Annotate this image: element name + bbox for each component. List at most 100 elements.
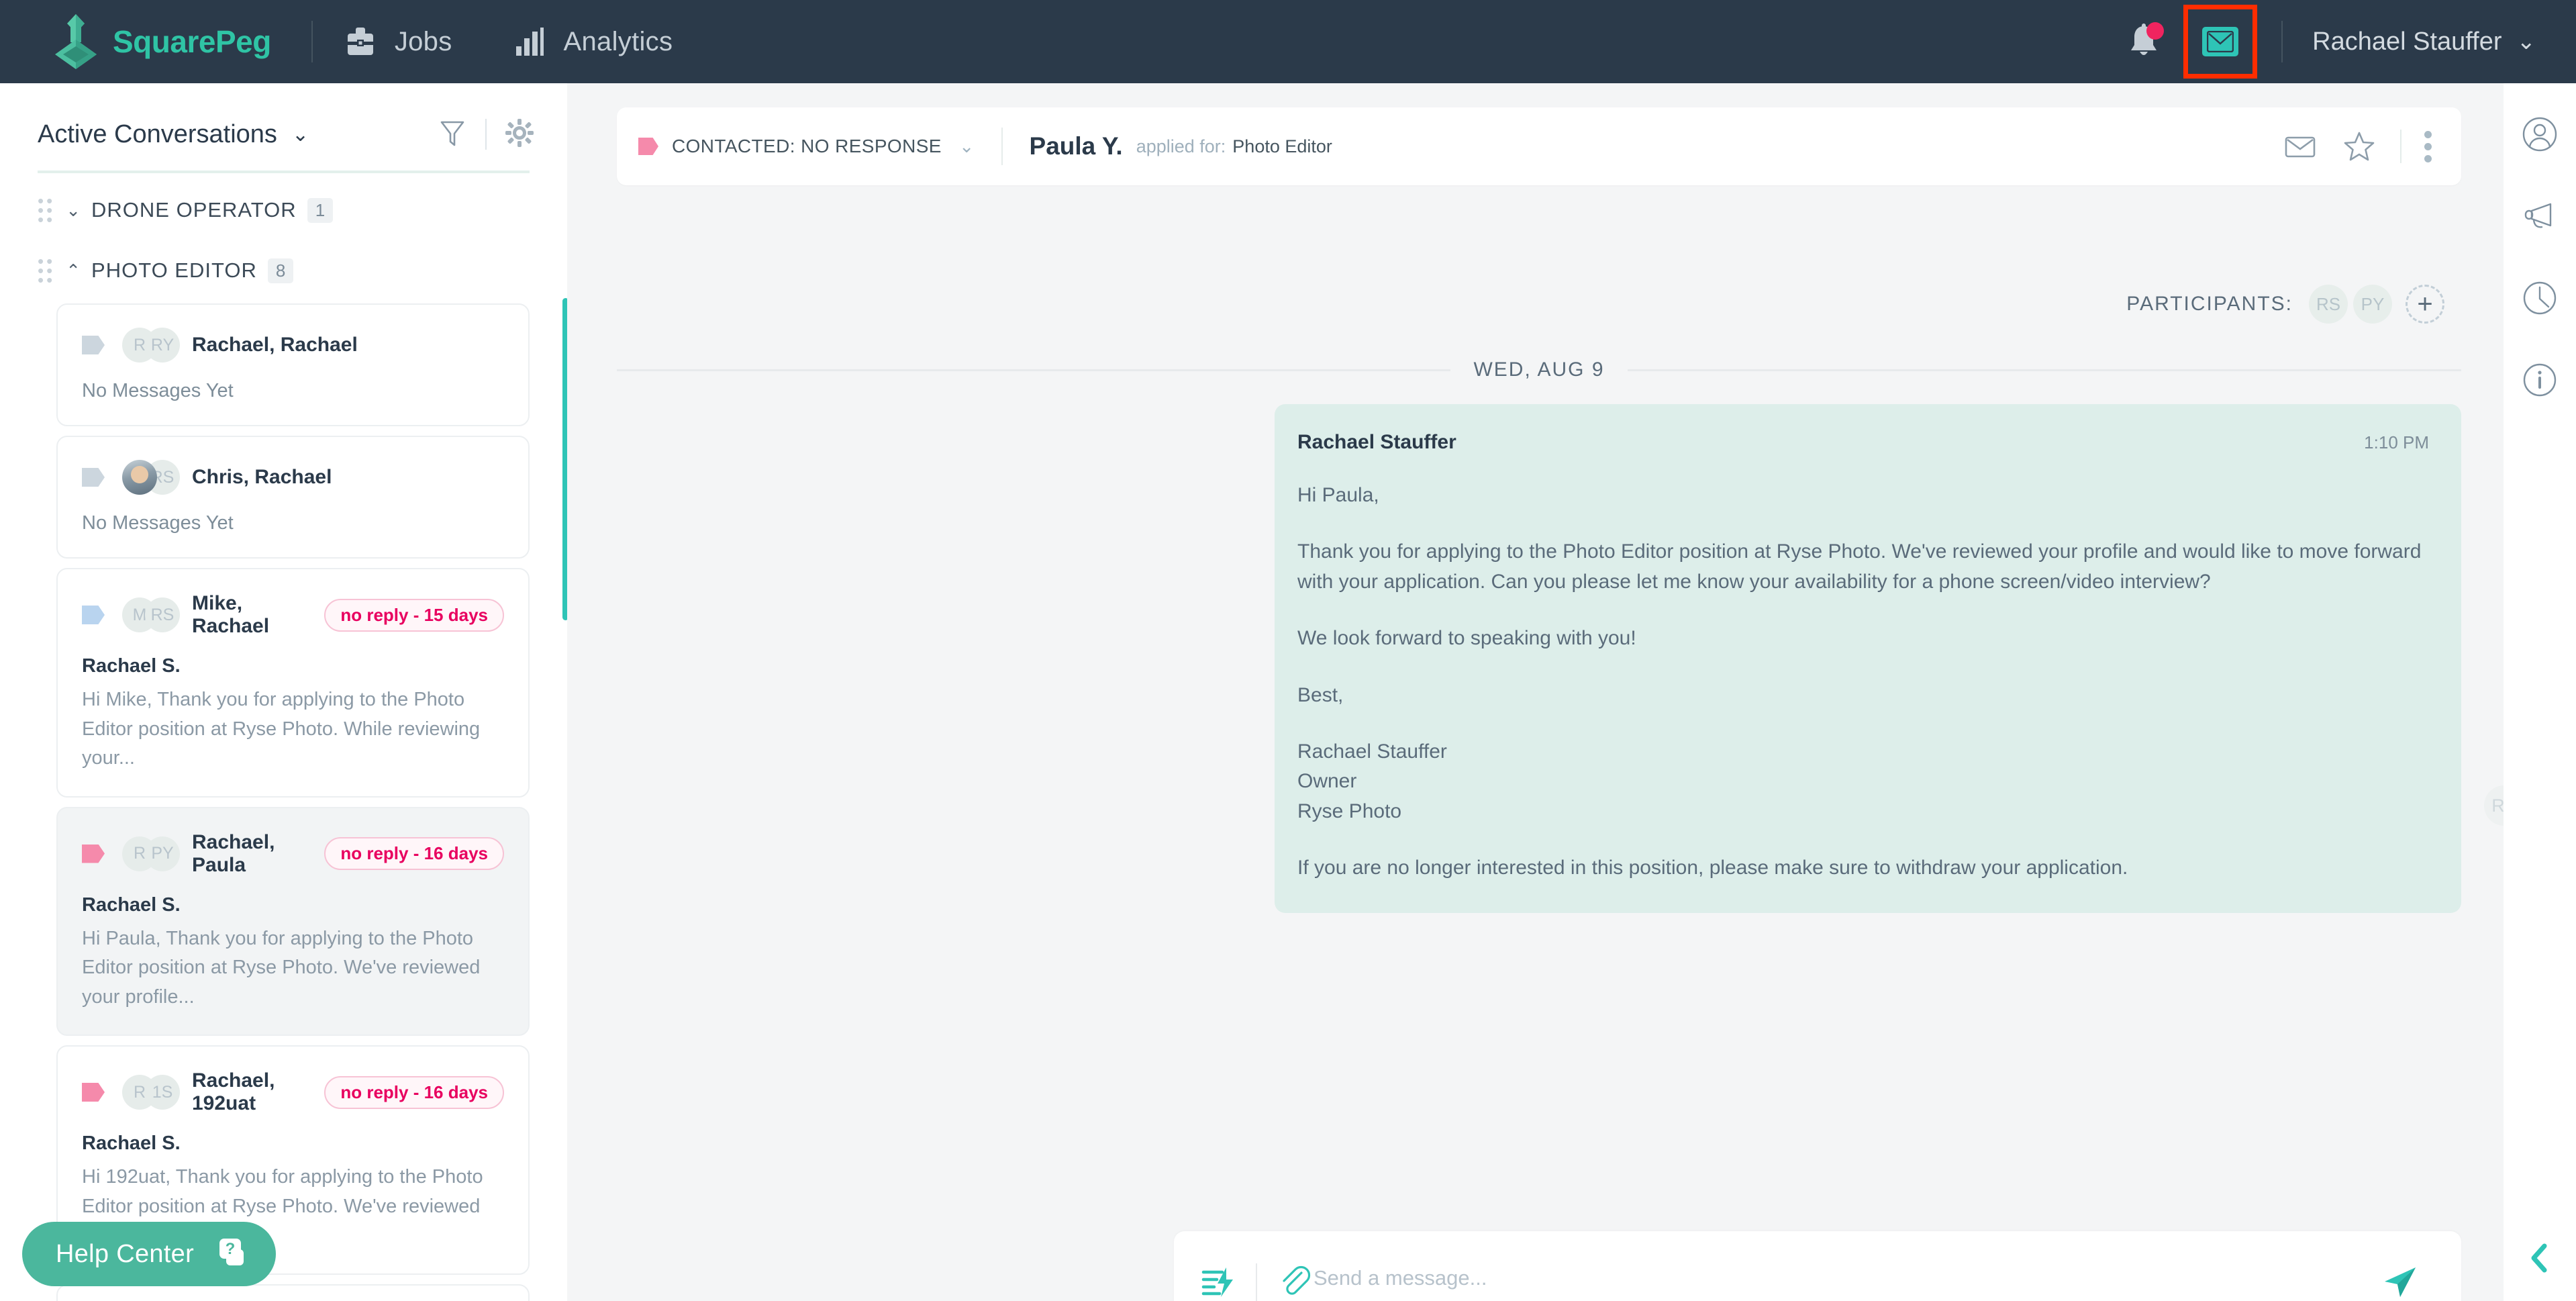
status-flag-icon [82,844,105,863]
brand-name: SquarePeg [113,24,271,59]
list-item[interactable]: R JG Rachael, Jacob no reply - 38 days R… [56,1284,530,1301]
list-item-sender: Rachael S. [82,1133,181,1154]
no-reply-badge: no reply - 16 days [324,1075,504,1109]
header-divider [1001,128,1003,165]
conversation-list: •• •• •• ⌄ DRONE OPERATOR 1 •• •• •• ⌃ PHOTO… [0,173,567,1301]
nav-item-analytics-label: Analytics [563,26,673,56]
paperclip-icon[interactable] [1276,1263,1314,1301]
gear-icon[interactable] [504,117,535,152]
help-center-button[interactable]: Help Center ? [22,1222,277,1286]
avatar: 1S [145,1075,180,1110]
conversation-header: CONTACTED: NO RESPONSE ⌄ Paula Y. applie… [617,107,2461,185]
chevron-down-icon[interactable]: ⌄ [66,200,81,221]
add-participant-button[interactable]: + [2406,285,2444,324]
date-separator-line-right [1627,369,2462,371]
avatar-group: R RY [122,328,180,363]
list-item-preview: No Messages Yet [82,512,234,534]
message-author: Rachael Stauffer [1297,431,1456,453]
no-reply-badge: no reply - 15 days [324,598,504,632]
message-input[interactable] [1314,1266,2186,1290]
mark-unread-icon[interactable] [2282,128,2318,164]
send-icon[interactable] [2381,1263,2418,1301]
status-flag-icon [82,468,105,487]
topnav-right-group: Rachael Stauffer ⌄ [2122,0,2576,83]
composer-divider [1256,1263,1257,1301]
list-item-title: Rachael, Paula [192,830,275,876]
list-item-preview: No Messages Yet [82,380,234,401]
more-options-icon[interactable] [2424,130,2432,162]
date-separator-label: WED, AUG 9 [1473,358,1605,381]
list-item-sender: Rachael S. [82,655,181,677]
star-icon[interactable] [2341,128,2377,164]
sidebar-title: Active Conversations [38,119,277,148]
user-menu-label[interactable]: Rachael Stauffer [2312,28,2501,56]
no-reply-badge: no reply - 16 days [324,837,504,870]
right-rail [2504,83,2576,1301]
applied-for-label: applied for: [1136,136,1226,156]
page-title: Paula Y. [1029,132,1123,160]
chevron-down-icon[interactable]: ⌄ [292,123,309,146]
message-signature-name: Rachael Stauffer [1297,740,1447,763]
chevron-down-icon[interactable]: ⌄ [2517,28,2536,55]
megaphone-icon[interactable] [2521,197,2559,235]
nav-item-jobs[interactable]: Jobs [313,0,482,83]
squarepeg-logo-icon [52,13,99,70]
message-body: Hi Paula, Thank you for applying to the … [1297,481,2429,883]
list-item[interactable]: M RS Mike, Rachael no reply - 15 days Ra… [56,568,530,798]
drag-handle-icon[interactable]: •• •• •• [38,192,55,228]
participant-avatar[interactable]: RS [2309,285,2348,324]
message-composer [1174,1231,2461,1301]
list-item[interactable]: R RY Rachael, Rachael No Messages Yet [56,303,530,426]
avatar: RY [145,328,180,363]
group-label: DRONE OPERATOR [91,198,297,222]
brand-logo-link[interactable]: SquarePeg [0,13,271,70]
group-label: PHOTO EDITOR [91,258,257,282]
conversation-group-drone-operator[interactable]: •• •• •• ⌄ DRONE OPERATOR 1 [0,173,567,234]
svg-text:?: ? [226,1240,236,1258]
funnel-icon[interactable] [437,117,468,152]
date-separator-line-left [617,369,1451,371]
list-item-title: Rachael, 192uat [192,1069,275,1114]
status-dropdown[interactable]: CONTACTED: NO RESPONSE ⌄ [617,136,975,157]
sidebar-header: Active Conversations ⌄ [0,83,567,158]
conversation-header-actions [2259,128,2461,164]
sidebar-scrollbar[interactable] [562,298,567,620]
avatar-group: RS [122,460,180,495]
message-bubble[interactable]: Rachael Stauffer 1:10 PM Hi Paula, Thank… [1275,404,2461,913]
quick-template-icon[interactable] [1199,1263,1237,1301]
chevron-down-icon[interactable]: ⌄ [959,136,975,157]
participant-avatar[interactable]: PY [2353,285,2392,324]
profile-icon[interactable] [2521,115,2559,153]
message-closing: Best, [1297,683,1344,706]
nav-item-jobs-label: Jobs [394,26,452,56]
job-title: Photo Editor [1232,136,1332,156]
status-flag-icon [82,606,105,624]
list-item-title: Chris, Rachael [192,466,332,488]
message-signature-company: Ryse Photo [1297,800,1402,822]
notifications-button[interactable] [2122,19,2166,64]
status-flag-icon [82,1083,105,1102]
envelope-icon [2202,27,2239,56]
avatar: RS [145,597,180,632]
list-item-sender: Rachael S. [82,894,181,916]
clock-history-icon[interactable] [2521,279,2559,317]
status-flag-icon [82,336,105,354]
messages-button-highlighted[interactable] [2183,5,2258,79]
avatar: PY [145,836,180,871]
sidebar-action-divider [485,119,487,150]
topnav-right-divider [2281,21,2283,62]
drag-handle-icon[interactable]: •• •• •• [38,252,55,289]
conversation-group-photo-editor[interactable]: •• •• •• ⌃ PHOTO EDITOR 8 [0,234,567,294]
participants-row: PARTICIPANTS: RS PY + [2126,285,2444,324]
list-item-selected[interactable]: R PY Rachael, Paula no reply - 16 days R… [56,806,530,1036]
list-item-header: R 1S Rachael, 192uat no reply - 16 days [58,1069,504,1115]
nav-item-analytics[interactable]: Analytics [482,0,703,83]
info-icon[interactable] [2521,361,2559,399]
avatar-group: M RS [122,597,180,632]
chevron-up-icon[interactable]: ⌃ [66,260,81,281]
list-item-header: R PY Rachael, Paula no reply - 16 days [58,831,504,877]
collapse-panel-button[interactable] [2504,1241,2576,1275]
message-paragraph-1: Thank you for applying to the Photo Edit… [1297,540,2422,593]
date-separator: WED, AUG 9 [617,358,2462,381]
list-item[interactable]: RS Chris, Rachael No Messages Yet [56,436,530,559]
